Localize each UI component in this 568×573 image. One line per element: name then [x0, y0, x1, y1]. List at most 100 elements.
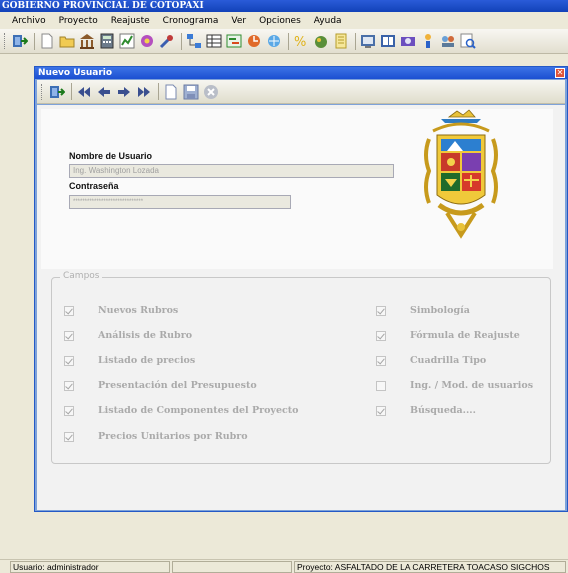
schedule-icon[interactable]: [225, 33, 242, 50]
checkbox[interactable]: [64, 431, 74, 442]
campos-groupbox: Campos Nuevos Rubros Análisis de Rubro L…: [51, 271, 551, 464]
checkbox-label: Análisis de Rubro: [98, 330, 193, 341]
new-document-icon[interactable]: [38, 33, 55, 50]
status-user-panel: Usuario: administrador: [10, 560, 170, 573]
username-field[interactable]: Ing. Washington Lozada: [69, 164, 394, 178]
exit-icon[interactable]: [48, 83, 65, 100]
network-icon[interactable]: [185, 33, 202, 50]
users-icon[interactable]: [265, 33, 282, 50]
open-folder-icon[interactable]: [58, 33, 75, 50]
status-user-label: Usuario:: [13, 561, 45, 572]
svg-text:%: %: [294, 35, 306, 49]
permission-mod-usuarios[interactable]: Ing. / Mod. de usuarios: [376, 380, 533, 391]
user-form-panel: Nombre de Usuario Ing. Washington Lozada…: [41, 109, 553, 269]
toolbar-grip[interactable]: [4, 33, 7, 49]
checkbox[interactable]: [376, 330, 386, 341]
window-toolbar: [37, 80, 565, 104]
person-icon[interactable]: [379, 33, 396, 50]
checkbox[interactable]: [64, 380, 74, 391]
next-record-icon[interactable]: [115, 83, 132, 100]
toolbar-separator: [71, 83, 72, 100]
checkbox[interactable]: [64, 305, 74, 316]
help-book-icon[interactable]: [359, 33, 376, 50]
status-project-panel: Proyecto: ASFALTADO DE LA CARRETERA TOAC…: [294, 560, 566, 573]
checkbox-label: Fórmula de Reajuste: [410, 330, 520, 341]
status-user-value: administrador: [47, 561, 99, 572]
status-bar: Usuario: administrador Proyecto: ASFALTA…: [0, 559, 568, 573]
menu-reajuste[interactable]: Reajuste: [111, 16, 150, 26]
book-icon[interactable]: [332, 33, 349, 50]
checkbox[interactable]: [64, 405, 74, 416]
permission-analisis-rubro[interactable]: Análisis de Rubro: [64, 330, 192, 341]
permission-precios-unitarios[interactable]: Precios Unitarios por Rubro: [64, 431, 248, 442]
nuevo-usuario-window: Nuevo Usuario ✕ Nombre de Usuario Ing. W…: [34, 66, 568, 512]
checkbox-label: Simbología: [410, 305, 470, 316]
cancel-icon[interactable]: [202, 83, 219, 100]
checkbox[interactable]: [376, 305, 386, 316]
chart-icon[interactable]: [118, 33, 135, 50]
wrench-icon[interactable]: [158, 33, 175, 50]
checkbox[interactable]: [376, 355, 386, 366]
menu-proyecto[interactable]: Proyecto: [59, 16, 98, 26]
application-window: GOBIERNO PROVINCIAL DE COTOPAXI Archivo …: [0, 0, 568, 573]
close-icon[interactable]: ✕: [555, 68, 565, 78]
checkbox[interactable]: [376, 380, 386, 391]
checkbox-label: Búsqueda....: [410, 405, 476, 416]
print-preview-icon[interactable]: [419, 33, 436, 50]
status-empty-panel: [172, 560, 292, 573]
exit-icon[interactable]: [11, 33, 28, 50]
menu-ayuda[interactable]: Ayuda: [314, 16, 342, 26]
new-record-icon[interactable]: [162, 83, 179, 100]
report-icon[interactable]: [245, 33, 262, 50]
app-title-bar: GOBIERNO PROVINCIAL DE COTOPAXI: [0, 0, 568, 12]
main-toolbar: %: [0, 29, 568, 54]
permission-listado-precios[interactable]: Listado de precios: [64, 355, 195, 366]
permission-presentacion-presupuesto[interactable]: Presentación del Presupuesto: [64, 380, 257, 391]
permission-cuadrilla-tipo[interactable]: Cuadrilla Tipo: [376, 355, 486, 366]
toolbar-separator: [158, 83, 159, 100]
notepad-icon[interactable]: [312, 33, 329, 50]
save-icon[interactable]: [182, 83, 199, 100]
password-field[interactable]: ******************************: [69, 195, 291, 209]
window-title: Nuevo Usuario: [35, 67, 567, 79]
menu-bar: Archivo Proyecto Reajuste Cronograma Ver…: [0, 12, 568, 29]
window-body: Nombre de Usuario Ing. Washington Lozada…: [37, 105, 565, 510]
first-record-icon[interactable]: [75, 83, 92, 100]
last-record-icon[interactable]: [135, 83, 152, 100]
checkbox[interactable]: [376, 405, 386, 416]
magnifier-icon[interactable]: [459, 33, 476, 50]
permission-nuevos-rubros[interactable]: Nuevos Rubros: [64, 305, 178, 316]
search-user-icon[interactable]: [439, 33, 456, 50]
calculator-icon[interactable]: [98, 33, 115, 50]
user-group-icon[interactable]: [399, 33, 416, 50]
username-label: Nombre de Usuario: [69, 151, 153, 161]
permission-listado-componentes[interactable]: Listado de Componentes del Proyecto: [64, 405, 299, 416]
menu-ver[interactable]: Ver: [231, 16, 246, 26]
permission-formula-reajuste[interactable]: Fórmula de Reajuste: [376, 330, 520, 341]
checkbox-label: Precios Unitarios por Rubro: [98, 431, 248, 442]
permission-busqueda[interactable]: Búsqueda....: [376, 405, 476, 416]
checkbox-label: Presentación del Presupuesto: [98, 380, 257, 391]
toolbar-separator: [355, 32, 356, 50]
checkbox-label: Listado de precios: [98, 355, 196, 366]
checkbox-label: Cuadrilla Tipo: [410, 355, 487, 366]
table-icon[interactable]: [205, 33, 222, 50]
menu-cronograma[interactable]: Cronograma: [163, 16, 219, 26]
checkbox-label: Ing. / Mod. de usuarios: [410, 380, 534, 391]
toolbar-separator: [34, 32, 35, 50]
menu-archivo[interactable]: Archivo: [12, 16, 46, 26]
cotopaxi-emblem-logo: [424, 109, 498, 239]
building-icon[interactable]: [78, 33, 95, 50]
password-label: Contraseña: [69, 181, 119, 191]
checkbox[interactable]: [64, 330, 74, 341]
permission-simbologia[interactable]: Simbología: [376, 305, 470, 316]
campos-legend: Campos: [60, 271, 103, 281]
checkbox-label: Listado de Componentes del Proyecto: [98, 405, 299, 416]
toolbar-grip[interactable]: [41, 83, 44, 100]
toolbar-separator: [181, 32, 182, 50]
checkbox[interactable]: [64, 355, 74, 366]
tools-icon[interactable]: [138, 33, 155, 50]
previous-record-icon[interactable]: [95, 83, 112, 100]
menu-opciones[interactable]: Opciones: [259, 16, 301, 26]
key-icon[interactable]: %: [292, 33, 309, 50]
